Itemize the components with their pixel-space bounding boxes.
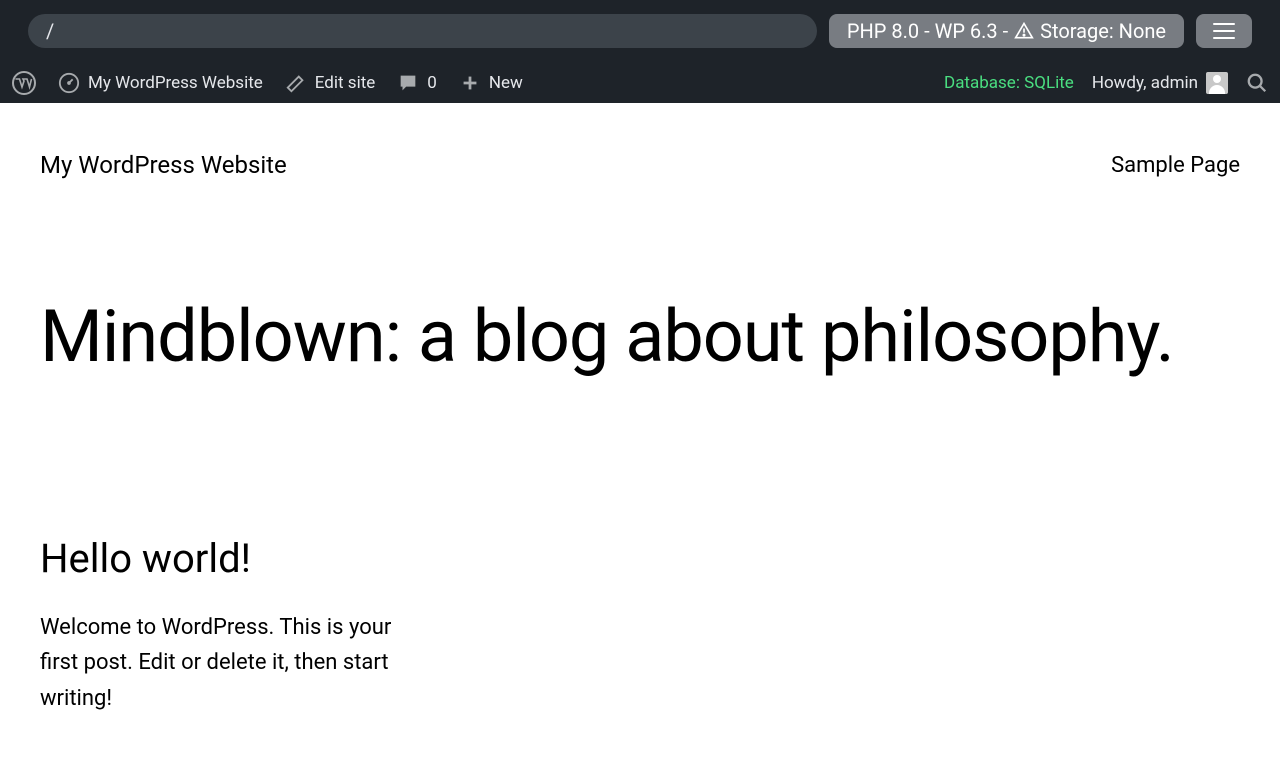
wordpress-icon: [12, 71, 36, 95]
howdy-label: Howdy, admin: [1092, 73, 1198, 93]
playground-bar: / PHP 8.0 - WP 6.3 - Storage: None: [0, 0, 1280, 62]
edit-site-menu[interactable]: Edit site: [285, 72, 376, 94]
account-menu[interactable]: Howdy, admin: [1092, 72, 1228, 94]
hero-section: Mindblown: a blog about philosophy.: [0, 179, 1280, 375]
post-card: Hello world! Welcome to WordPress. This …: [0, 375, 440, 717]
comments-menu[interactable]: 0: [397, 72, 437, 94]
comments-count: 0: [427, 73, 437, 93]
comment-icon: [397, 72, 419, 94]
plus-icon: [459, 72, 481, 94]
post-excerpt: Welcome to WordPress. This is your first…: [40, 610, 400, 717]
site-title-text: My WordPress Website: [40, 151, 287, 179]
site-name-menu[interactable]: My WordPress Website: [58, 72, 263, 94]
edit-site-label: Edit site: [315, 73, 376, 93]
admin-bar-left: My WordPress Website Edit site 0: [12, 71, 523, 95]
url-input[interactable]: /: [28, 14, 817, 48]
edit-icon: [285, 72, 307, 94]
storage-label-prefix: PHP 8.0 - WP 6.3 -: [847, 19, 1008, 43]
database-label[interactable]: Database: SQLite: [944, 73, 1074, 93]
nav-sample-page[interactable]: Sample Page: [1111, 153, 1240, 178]
post-title-text: Hello world!: [40, 535, 251, 582]
avatar-icon: [1206, 72, 1228, 94]
url-value: /: [46, 19, 54, 43]
storage-label-suffix: Storage: None: [1040, 19, 1166, 43]
storage-info-button[interactable]: PHP 8.0 - WP 6.3 - Storage: None: [829, 14, 1184, 48]
hamburger-icon: [1213, 22, 1235, 40]
wp-admin-bar: My WordPress Website Edit site 0: [0, 62, 1280, 103]
new-content-menu[interactable]: New: [459, 72, 523, 94]
hero-heading: Mindblown: a blog about philosophy.: [40, 299, 1240, 375]
primary-nav: Sample Page: [1111, 153, 1240, 178]
nav-sample-page-label: Sample Page: [1111, 153, 1240, 178]
warning-icon: [1014, 21, 1034, 41]
admin-search-button[interactable]: [1246, 72, 1268, 94]
dashboard-icon: [58, 72, 80, 94]
post-title-link[interactable]: Hello world!: [40, 535, 400, 582]
admin-bar-right: Database: SQLite Howdy, admin: [944, 72, 1268, 94]
site-header: My WordPress Website Sample Page: [0, 103, 1280, 179]
site-name-label: My WordPress Website: [88, 73, 263, 93]
wp-logo-menu[interactable]: [12, 71, 36, 95]
site-title-link[interactable]: My WordPress Website: [40, 151, 287, 179]
menu-button[interactable]: [1196, 14, 1252, 48]
new-label: New: [489, 73, 523, 93]
search-icon: [1246, 72, 1268, 94]
